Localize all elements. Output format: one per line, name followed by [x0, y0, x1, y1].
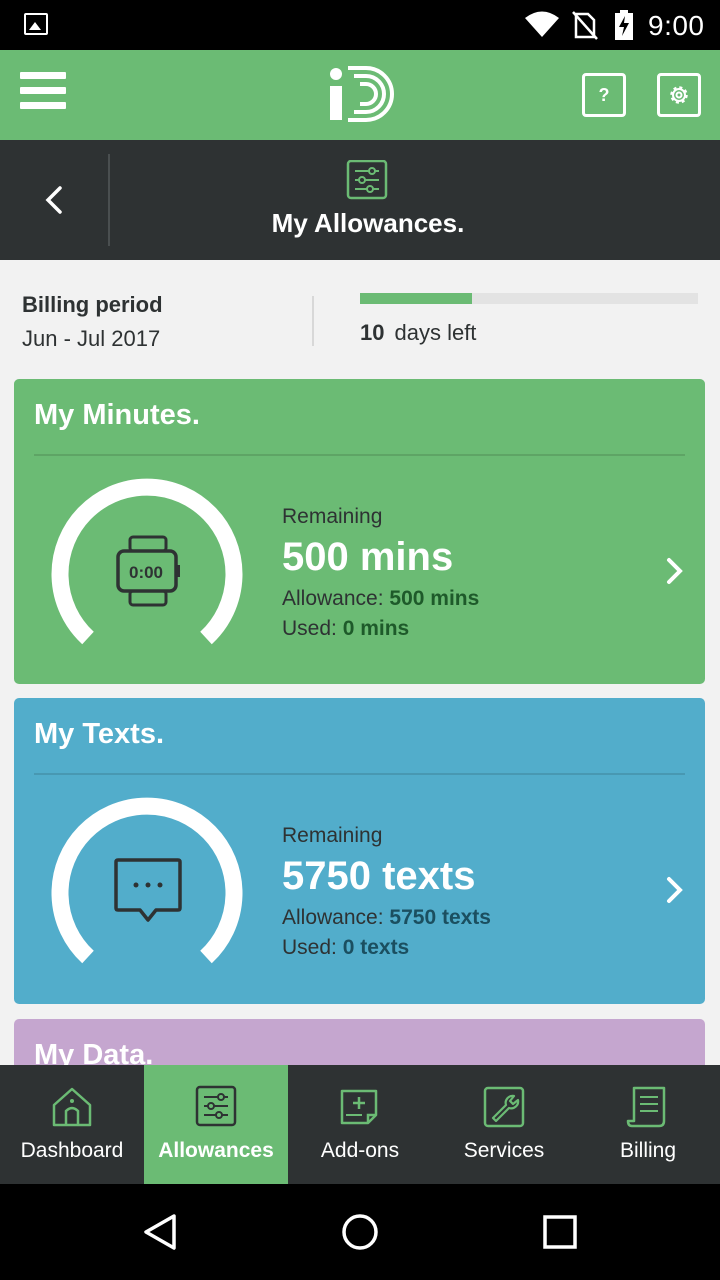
billing-period-section: Billing period Jun - Jul 2017 10 days lef… [0, 260, 720, 370]
billing-progress-bar [360, 293, 698, 304]
card-separator [34, 454, 685, 456]
billing-divider [312, 296, 314, 346]
minutes-used-value: 0 mins [342, 617, 410, 640]
chevron-right-icon[interactable] [664, 874, 686, 906]
bill-icon [626, 1086, 666, 1128]
days-left-text: days left [394, 320, 477, 345]
minutes-allowance-value: 500 mins [389, 587, 480, 610]
billing-period-label: Billing period [22, 292, 163, 317]
nav-item-allowances[interactable]: Allowances [144, 1065, 288, 1184]
battery-charging-icon [615, 10, 633, 40]
texts-card[interactable]: My Texts. Remaining 5750 texts Allowance… [14, 698, 705, 1004]
hamburger-menu-icon[interactable] [20, 72, 66, 118]
nav-label: Add-ons [320, 1139, 400, 1162]
minutes-used: Used: 0 mins [282, 617, 409, 641]
nav-item-dashboard[interactable]: Dashboard [0, 1065, 144, 1184]
texts-allowance-label: Allowance: [282, 906, 384, 929]
nav-label: Billing [619, 1139, 677, 1162]
minutes-remaining-label: Remaining [282, 505, 383, 528]
bottom-nav: Dashboard Allowances Add-ons Services Bi… [0, 1065, 720, 1184]
minutes-remaining-value: 500 mins [282, 535, 454, 579]
message-icon [114, 858, 182, 922]
sliders-icon [195, 1085, 237, 1127]
house-icon [52, 1087, 92, 1127]
nav-label: Services [463, 1139, 545, 1162]
add-doc-icon [340, 1089, 378, 1125]
nav-label: Dashboard [20, 1139, 124, 1162]
texts-card-title: My Texts. [34, 718, 165, 750]
system-nav-bar [0, 1184, 720, 1280]
billing-progress-fill [360, 293, 472, 304]
minutes-card[interactable]: My Minutes. 0:00 Remaining 500 mins Allo… [14, 379, 705, 684]
gear-icon [670, 86, 688, 104]
minutes-allowance: Allowance: 500 mins [282, 587, 479, 611]
minutes-used-label: Used: [282, 617, 337, 640]
card-separator [34, 773, 685, 775]
texts-remaining-label: Remaining [282, 824, 383, 847]
wifi-icon [525, 11, 559, 37]
nav-item-add-ons[interactable]: Add-ons [288, 1065, 432, 1184]
watch-display: 0:00 [129, 563, 163, 582]
billing-period-value: Jun - Jul 2017 [22, 326, 161, 351]
texts-allowance-value: 5750 texts [389, 906, 491, 929]
gallery-icon [24, 13, 48, 35]
nav-item-services[interactable]: Services [432, 1065, 576, 1184]
status-time: 9:00 [648, 10, 705, 41]
back-triangle-icon[interactable] [140, 1212, 180, 1252]
texts-used: Used: 0 texts [282, 936, 409, 960]
status-bar: 9:00 [0, 0, 720, 50]
texts-used-label: Used: [282, 936, 337, 959]
sliders-icon [346, 160, 388, 200]
wrench-icon [483, 1086, 525, 1128]
nav-label: Allowances [158, 1139, 274, 1162]
recents-square-icon[interactable] [542, 1214, 578, 1250]
watch-icon: 0:00 [116, 535, 180, 607]
settings-button[interactable] [657, 73, 701, 117]
minutes-card-title: My Minutes. [34, 399, 200, 431]
minutes-allowance-label: Allowance: [282, 587, 384, 610]
nav-item-billing[interactable]: Billing [576, 1065, 720, 1184]
help-button[interactable]: ? [582, 73, 626, 117]
back-button[interactable] [0, 140, 108, 260]
days-left: 10 days left [360, 320, 476, 346]
chevron-right-icon[interactable] [664, 555, 686, 587]
days-left-number: 10 [360, 320, 385, 345]
home-circle-icon[interactable] [340, 1212, 380, 1252]
page-title: My Allowances. [271, 208, 465, 238]
texts-used-value: 0 texts [342, 936, 410, 959]
texts-remaining-value: 5750 texts [282, 854, 476, 898]
no-sim-icon [572, 11, 598, 40]
texts-allowance: Allowance: 5750 texts [282, 906, 491, 930]
sub-header: My Allowances. [0, 140, 720, 260]
app-bar: ? [0, 50, 720, 140]
id-logo [330, 66, 394, 122]
